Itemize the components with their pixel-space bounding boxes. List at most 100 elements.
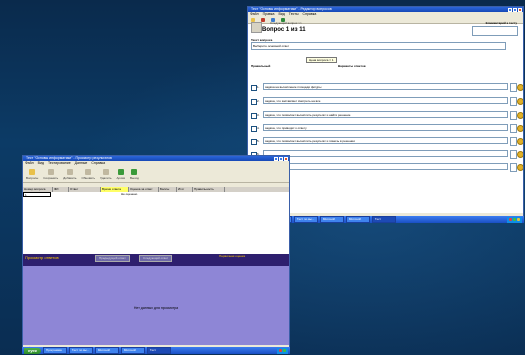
results-grid[interactable]: 1 Не оценено [23, 192, 289, 254]
answer-row: 5. задача, что позволяет вычислить резул… [251, 137, 523, 146]
save-icon [47, 168, 54, 175]
table-cell[interactable]: 1 [23, 192, 51, 197]
menu-testing[interactable]: Тестирование [48, 161, 71, 166]
exit-button[interactable]: Выход [130, 168, 139, 180]
answer-input[interactable]: задача на вычисление площади фигуры [263, 83, 508, 90]
coin-icon[interactable] [517, 112, 523, 119]
answer-row: 3. задача, что позволяет вычислить резул… [251, 111, 523, 120]
coin-icon[interactable] [517, 151, 523, 158]
title-bar[interactable]: Тест "Основы информатики" - Просмотр рез… [23, 156, 289, 161]
tray-icon[interactable] [517, 218, 520, 221]
table-cell[interactable] [165, 192, 179, 197]
start-button[interactable]: пуск [24, 347, 41, 354]
answer-side-box[interactable] [510, 97, 517, 106]
close-button[interactable] [518, 7, 522, 12]
coin-icon[interactable] [517, 164, 523, 171]
answer-input[interactable] [263, 163, 508, 170]
window-title: Тест "Основы информатики" - Просмотр рез… [26, 156, 112, 160]
questions-icon [29, 168, 36, 175]
taskbar-item[interactable]: Тест по вы... [293, 216, 318, 223]
answer-number: 2. [257, 99, 260, 103]
question-text-input[interactable]: Выберите основной ответ [251, 42, 506, 50]
answer-side-box[interactable] [510, 111, 517, 120]
tray-icon[interactable] [279, 349, 282, 352]
answer-input[interactable]: задача, что приводит к ответу [263, 124, 508, 131]
answer-input[interactable]: задача, что позволяет вычислить результа… [263, 111, 508, 118]
coin-icon[interactable] [517, 138, 523, 145]
window-title: Тест "Основы информатики" - Редактор воп… [251, 7, 332, 11]
minimize-button[interactable] [274, 156, 278, 161]
coin-icon[interactable] [517, 125, 523, 132]
menu-help[interactable]: Справка [303, 12, 317, 17]
answer-row: 4. задача, что приводит к ответу [251, 124, 523, 133]
viewer-title: Просмотр ответов [25, 255, 59, 260]
tray-icon[interactable] [509, 218, 512, 221]
answer-side-box[interactable] [510, 163, 517, 172]
next-answer-button[interactable]: Следующий ответ [139, 255, 173, 262]
menu-view[interactable]: Вид [38, 161, 44, 166]
answer-row: 6. [251, 150, 523, 159]
menu-view[interactable]: Вид [278, 12, 284, 17]
archive-button[interactable]: Архив [117, 168, 125, 180]
maximize-button[interactable] [279, 156, 283, 161]
answer-number: 5. [257, 139, 260, 143]
toolbar: Вопросы Сохранить Добавить Обновить Удал… [23, 166, 289, 183]
answer-input[interactable]: задача, что заставляет смотреть на все [263, 97, 508, 104]
questions-button[interactable]: Вопросы [26, 168, 38, 180]
taskbar-item[interactable]: Microsoft [319, 216, 344, 223]
refresh-button[interactable]: Обновить [81, 168, 95, 180]
coin-icon[interactable] [517, 98, 523, 105]
menu-file[interactable]: Файл [25, 161, 34, 166]
results-viewer-window[interactable]: Тест "Основы информатики" - Просмотр рез… [22, 155, 290, 352]
tray-icon[interactable] [513, 218, 516, 221]
add-icon [66, 168, 73, 175]
title-bar[interactable]: Тест "Основы информатики" - Редактор воп… [248, 7, 523, 12]
answer-side-box[interactable] [510, 124, 517, 133]
table-cell[interactable] [65, 192, 95, 197]
empty-message: Нет данных для просмотра [133, 306, 179, 310]
question-cost[interactable]: Цена вопроса = 1 [306, 57, 337, 63]
taskbar-item-active[interactable]: Тест [146, 347, 171, 354]
answer-number: 1. [257, 85, 260, 89]
answers-column-label: Варианты ответов [338, 64, 366, 68]
system-tray [507, 216, 522, 223]
close-button[interactable] [284, 156, 288, 161]
tray-icon[interactable] [283, 349, 286, 352]
table-cell[interactable] [179, 192, 209, 197]
primary-score-label: Первичная оценка [219, 254, 245, 258]
taskbar-item-active[interactable]: Тест [371, 216, 396, 223]
taskbar-item[interactable]: Microsoft [345, 216, 370, 223]
maximize-button[interactable] [513, 7, 517, 12]
answer-side-box[interactable] [510, 137, 517, 146]
menu-help[interactable]: Справка [91, 161, 105, 166]
table-row[interactable]: 1 Не оценено [23, 192, 289, 197]
system-tray [277, 347, 288, 354]
exit-icon [131, 168, 138, 175]
minimize-button[interactable] [508, 7, 512, 12]
taskbar-item[interactable]: Microsoft [120, 347, 145, 354]
next-question-link[interactable]: Следующий вопрос >> [270, 21, 302, 25]
taskbar-item[interactable]: Тест по вы... [68, 347, 93, 354]
save-button[interactable]: Сохранить [43, 168, 58, 180]
menu-file[interactable]: Файл [250, 12, 259, 17]
add-button[interactable]: Добавить [63, 168, 76, 180]
menu-data[interactable]: Данные [75, 161, 88, 166]
table-cell[interactable] [51, 192, 65, 197]
comment-input[interactable] [472, 26, 518, 36]
table-cell[interactable]: Не оценено [121, 192, 149, 197]
menu-tests[interactable]: Тесты [289, 12, 299, 17]
taskbar-item[interactable]: Microsoft [94, 347, 119, 354]
taskbar-item[interactable]: Программа [42, 347, 67, 354]
answer-side-box[interactable] [510, 150, 517, 159]
answer-side-box[interactable] [510, 83, 517, 92]
answer-input[interactable]: задача, что позволяет вычислить результа… [263, 137, 508, 144]
comment-label: Комментарий к тесту [485, 21, 517, 25]
coin-icon[interactable] [517, 84, 523, 91]
previous-answer-button[interactable]: Предыдущий ответ [95, 255, 130, 262]
delete-button[interactable]: Удалить [100, 168, 112, 180]
viewer-header: Просмотр ответов Предыдущий ответ Следую… [23, 254, 289, 266]
table-cell[interactable] [149, 192, 165, 197]
table-cell[interactable] [95, 192, 121, 197]
menu-edit[interactable]: Правка [263, 12, 275, 17]
answer-input[interactable] [263, 150, 508, 157]
